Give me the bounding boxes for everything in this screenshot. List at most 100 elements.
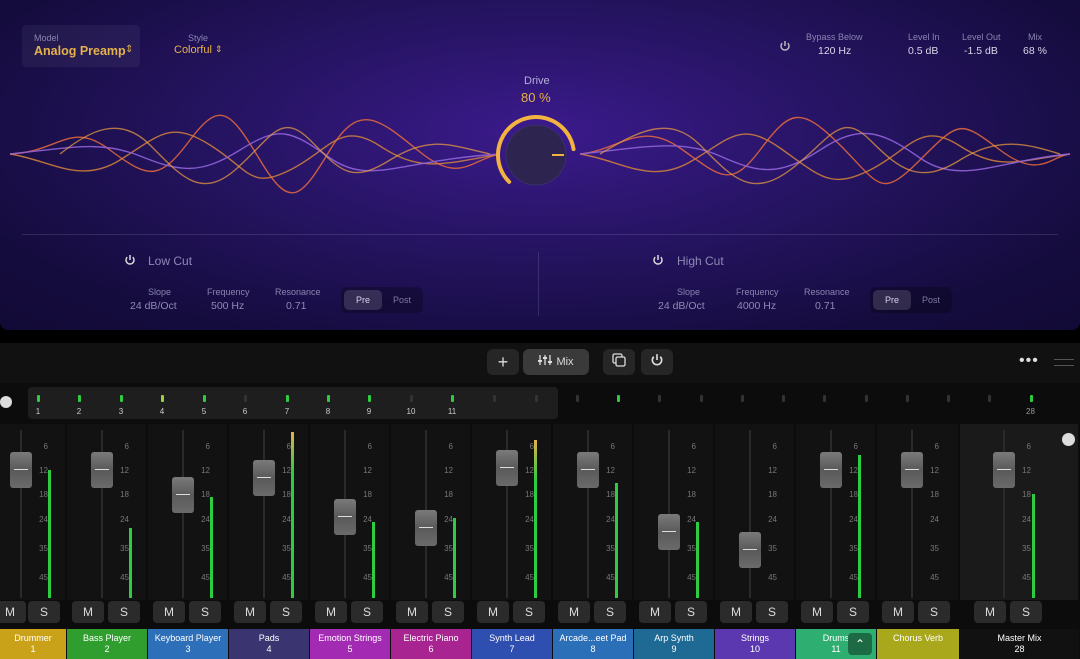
high-cut-slope-value[interactable]: 24 dB/Oct: [658, 300, 705, 312]
mute-button[interactable]: M: [882, 601, 914, 623]
level-scale-label: 45: [768, 573, 777, 582]
overview-level-led: [865, 395, 868, 402]
low-cut-pre-post-toggle: Pre Post: [341, 287, 423, 313]
level-out-value[interactable]: -1.5 dB: [964, 45, 998, 57]
low-cut-power-icon[interactable]: [124, 254, 136, 266]
mute-button[interactable]: M: [639, 601, 671, 623]
more-options-icon[interactable]: •••: [1019, 352, 1039, 370]
mute-button[interactable]: M: [477, 601, 509, 623]
solo-button[interactable]: S: [28, 601, 60, 623]
channel-strip: [796, 424, 875, 600]
level-scale-label: 35: [525, 544, 534, 553]
high-cut-frequency-value[interactable]: 4000 Hz: [737, 300, 776, 312]
mute-button[interactable]: M: [234, 601, 266, 623]
channel-name-bar[interactable]: Arcade...eet Pad 8: [553, 629, 633, 659]
level-in-value[interactable]: 0.5 dB: [908, 45, 938, 57]
drive-knob[interactable]: [494, 113, 578, 197]
volume-fader[interactable]: [91, 452, 113, 488]
solo-button[interactable]: S: [189, 601, 221, 623]
mute-button[interactable]: M: [72, 601, 104, 623]
mute-button[interactable]: M: [801, 601, 833, 623]
channel-number: 28: [1014, 644, 1025, 654]
channel-name-bar[interactable]: Drummer 1: [0, 629, 66, 659]
bypass-power-icon[interactable]: [779, 40, 791, 52]
mute-button[interactable]: M: [558, 601, 590, 623]
volume-fader[interactable]: [577, 452, 599, 488]
copy-icon[interactable]: [603, 349, 635, 375]
level-in-label: Level In: [908, 32, 940, 42]
high-cut-post-button[interactable]: Post: [912, 290, 950, 310]
high-cut-pre-button[interactable]: Pre: [873, 290, 911, 310]
channel-name-bar[interactable]: Pads 4: [229, 629, 309, 659]
channel-name-bar[interactable]: Electric Piano 6: [391, 629, 471, 659]
volume-fader[interactable]: [658, 514, 680, 550]
master-overview-number: 28: [1026, 407, 1035, 416]
level-scale-label: 18: [687, 490, 696, 499]
mute-button[interactable]: M: [720, 601, 752, 623]
model-value[interactable]: Analog Preamp: [34, 44, 126, 58]
model-label: Model: [34, 33, 59, 43]
solo-button[interactable]: S: [594, 601, 626, 623]
solo-button[interactable]: S: [351, 601, 383, 623]
low-cut-frequency-label: Frequency: [207, 287, 250, 297]
level-scale-label: 45: [282, 573, 291, 582]
mix-button[interactable]: Mix: [523, 349, 589, 375]
level-scale-label: 24: [930, 515, 939, 524]
chevron-up-icon[interactable]: ⌃: [848, 633, 872, 655]
low-cut-post-button[interactable]: Post: [383, 290, 421, 310]
power-icon[interactable]: [641, 349, 673, 375]
high-cut-resonance-value[interactable]: 0.71: [815, 300, 835, 312]
level-scale-label: 6: [691, 442, 696, 451]
solo-button[interactable]: S: [918, 601, 950, 623]
add-icon[interactable]: +: [487, 349, 519, 375]
level-scale-label: 35: [201, 544, 210, 553]
channel-name-bar[interactable]: Synth Lead 7: [472, 629, 552, 659]
resize-handle-icon[interactable]: [1054, 359, 1074, 366]
hamburger-icon[interactable]: [0, 396, 12, 408]
high-cut-power-icon[interactable]: [652, 254, 664, 266]
solo-button[interactable]: S: [108, 601, 140, 623]
channel-name-bar[interactable]: Arp Synth 9: [634, 629, 714, 659]
bypass-below-value[interactable]: 120 Hz: [818, 45, 851, 57]
solo-button[interactable]: S: [756, 601, 788, 623]
low-cut-resonance-value[interactable]: 0.71: [286, 300, 306, 312]
solo-button[interactable]: S: [837, 601, 869, 623]
low-cut-pre-button[interactable]: Pre: [344, 290, 382, 310]
channel-name-bar[interactable]: Emotion Strings 5: [310, 629, 390, 659]
mute-button[interactable]: M: [974, 601, 1006, 623]
volume-fader[interactable]: [901, 452, 923, 488]
channel-name-bar[interactable]: Bass Player 2: [67, 629, 147, 659]
channel-name-bar[interactable]: Chorus Verb: [877, 629, 959, 659]
menu-icon[interactable]: [1062, 433, 1075, 446]
mute-button[interactable]: M: [0, 601, 26, 623]
volume-fader[interactable]: [415, 510, 437, 546]
volume-fader[interactable]: [253, 460, 275, 496]
volume-fader[interactable]: [172, 477, 194, 513]
volume-fader[interactable]: [993, 452, 1015, 488]
volume-fader[interactable]: [10, 452, 32, 488]
channel-name-bar[interactable]: Strings 10: [715, 629, 795, 659]
solo-button[interactable]: S: [432, 601, 464, 623]
mute-button[interactable]: M: [396, 601, 428, 623]
overview-level-led: [410, 395, 413, 402]
style-value[interactable]: Colorful: [174, 44, 212, 56]
solo-button[interactable]: S: [270, 601, 302, 623]
channel-name-bar[interactable]: Keyboard Player 3: [148, 629, 228, 659]
solo-button[interactable]: S: [675, 601, 707, 623]
solo-button[interactable]: S: [513, 601, 545, 623]
channel-name-bar[interactable]: Master Mix 28: [960, 629, 1079, 659]
low-cut-frequency-value[interactable]: 500 Hz: [211, 300, 244, 312]
overview-level-led: [617, 395, 620, 402]
mute-button[interactable]: M: [315, 601, 347, 623]
volume-fader[interactable]: [739, 532, 761, 568]
high-cut-title: High Cut: [677, 254, 724, 268]
low-cut-slope-value[interactable]: 24 dB/Oct: [130, 300, 177, 312]
solo-button[interactable]: S: [1010, 601, 1042, 623]
volume-fader[interactable]: [496, 450, 518, 486]
mix-value[interactable]: 68 %: [1023, 45, 1047, 57]
level-scale-label: 6: [448, 442, 453, 451]
mute-button[interactable]: M: [153, 601, 185, 623]
volume-fader[interactable]: [820, 452, 842, 488]
level-scale-label: 35: [768, 544, 777, 553]
volume-fader[interactable]: [334, 499, 356, 535]
